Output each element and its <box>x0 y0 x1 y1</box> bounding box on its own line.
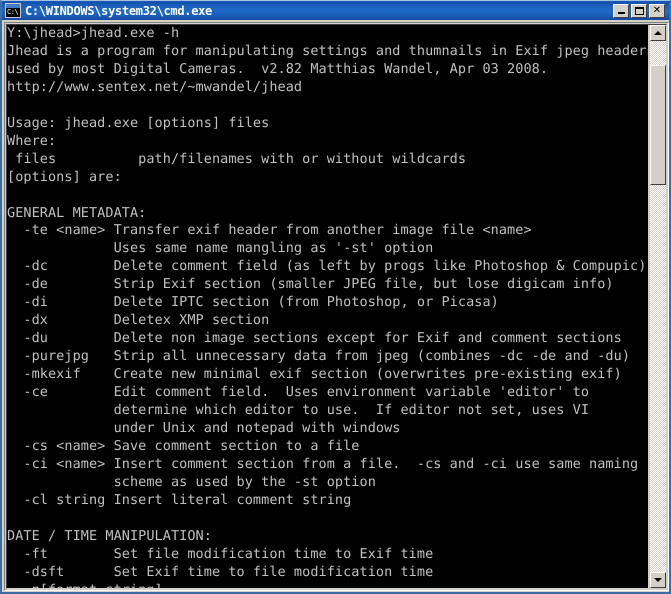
chevron-up-icon <box>654 31 662 35</box>
scrollbar-up-button[interactable] <box>650 25 666 41</box>
scrollbar-down-button[interactable] <box>650 572 666 588</box>
chevron-down-icon <box>654 578 662 582</box>
console-window: C:\ C:\WINDOWS\system32\cmd.exe ✕ Y:\jhe… <box>0 0 671 594</box>
maximize-button[interactable] <box>631 3 647 18</box>
window-title: C:\WINDOWS\system32\cmd.exe <box>25 3 212 18</box>
terminal-surface[interactable]: Y:\jhead>jhead.exe -h Jhead is a program… <box>7 25 648 588</box>
maximize-icon <box>634 6 644 15</box>
window-controls: ✕ <box>613 3 665 18</box>
terminal-output-text: Y:\jhead>jhead.exe -h Jhead is a program… <box>7 25 648 588</box>
close-icon: ✕ <box>652 4 662 16</box>
cmd-console-icon[interactable]: C:\ <box>5 3 21 18</box>
client-area: Y:\jhead>jhead.exe -h Jhead is a program… <box>4 22 669 591</box>
minimize-icon <box>617 12 625 14</box>
vertical-scrollbar[interactable] <box>650 25 666 588</box>
scrollbar-thumb[interactable] <box>650 65 666 185</box>
title-bar[interactable]: C:\ C:\WINDOWS\system32\cmd.exe ✕ <box>2 1 669 20</box>
minimize-button[interactable] <box>613 3 629 18</box>
icon-prompt-text: C:\ <box>7 8 19 16</box>
close-button[interactable]: ✕ <box>649 3 665 18</box>
